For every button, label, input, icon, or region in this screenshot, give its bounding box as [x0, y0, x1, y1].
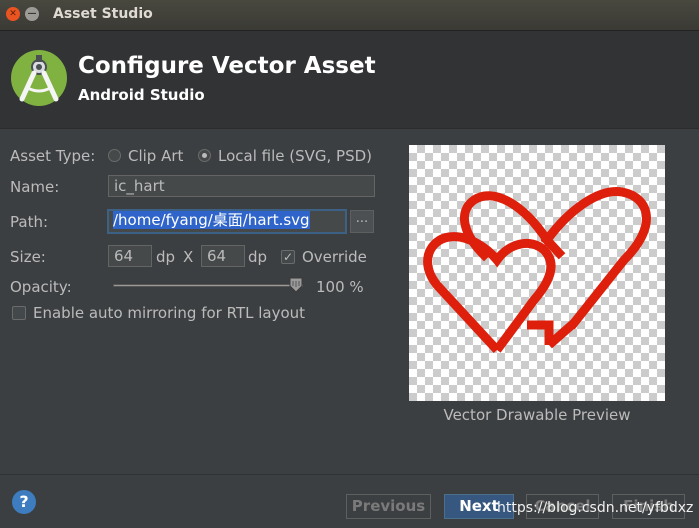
- rtl-mirroring-label[interactable]: Enable auto mirroring for RTL layout: [33, 304, 305, 322]
- opacity-value: 100 %: [316, 278, 364, 296]
- override-label[interactable]: Override: [302, 248, 367, 266]
- watermark-text: https://blog.csdn.net/yfbdxz: [497, 500, 694, 516]
- footer-divider: [0, 474, 699, 475]
- clip-art-radio[interactable]: [108, 149, 121, 162]
- name-input[interactable]: ic_hart: [108, 175, 375, 197]
- path-input-value: /home/fyang/桌面/hart.svg: [113, 211, 310, 229]
- title-bar: ✕ — Asset Studio: [0, 0, 699, 31]
- browse-button[interactable]: ...: [350, 210, 374, 233]
- width-input[interactable]: 64: [108, 245, 152, 267]
- width-unit: dp: [156, 248, 176, 266]
- heart-icon: [423, 187, 651, 354]
- path-label: Path:: [10, 213, 49, 231]
- vector-preview-canvas: [409, 145, 665, 401]
- local-file-label[interactable]: Local file (SVG, PSD): [218, 147, 372, 165]
- window-minimize-button[interactable]: —: [25, 7, 39, 21]
- height-input[interactable]: 64: [201, 245, 245, 267]
- page-title: Configure Vector Asset: [78, 53, 376, 79]
- height-unit: dp: [248, 248, 268, 266]
- path-input[interactable]: /home/fyang/桌面/hart.svg: [107, 209, 347, 234]
- android-studio-logo-icon: [11, 50, 67, 106]
- size-separator: X: [183, 248, 194, 266]
- wizard-header: Configure Vector Asset Android Studio: [0, 31, 699, 129]
- previous-button[interactable]: Previous: [346, 494, 431, 519]
- size-label: Size:: [10, 248, 46, 266]
- opacity-label: Opacity:: [10, 278, 72, 296]
- opacity-slider-thumb[interactable]: [289, 277, 303, 293]
- page-subtitle: Android Studio: [78, 86, 205, 104]
- name-label: Name:: [10, 178, 60, 196]
- help-button[interactable]: ?: [12, 490, 36, 514]
- local-file-radio[interactable]: [198, 149, 211, 162]
- override-checkbox[interactable]: ✓: [281, 250, 295, 264]
- asset-type-label: Asset Type:: [10, 147, 96, 165]
- window-close-button[interactable]: ✕: [6, 7, 20, 21]
- rtl-mirroring-checkbox[interactable]: [12, 306, 26, 320]
- opacity-slider-track[interactable]: [113, 284, 303, 287]
- window-title: Asset Studio: [53, 6, 153, 22]
- preview-caption: Vector Drawable Preview: [443, 406, 631, 424]
- clip-art-label[interactable]: Clip Art: [128, 147, 183, 165]
